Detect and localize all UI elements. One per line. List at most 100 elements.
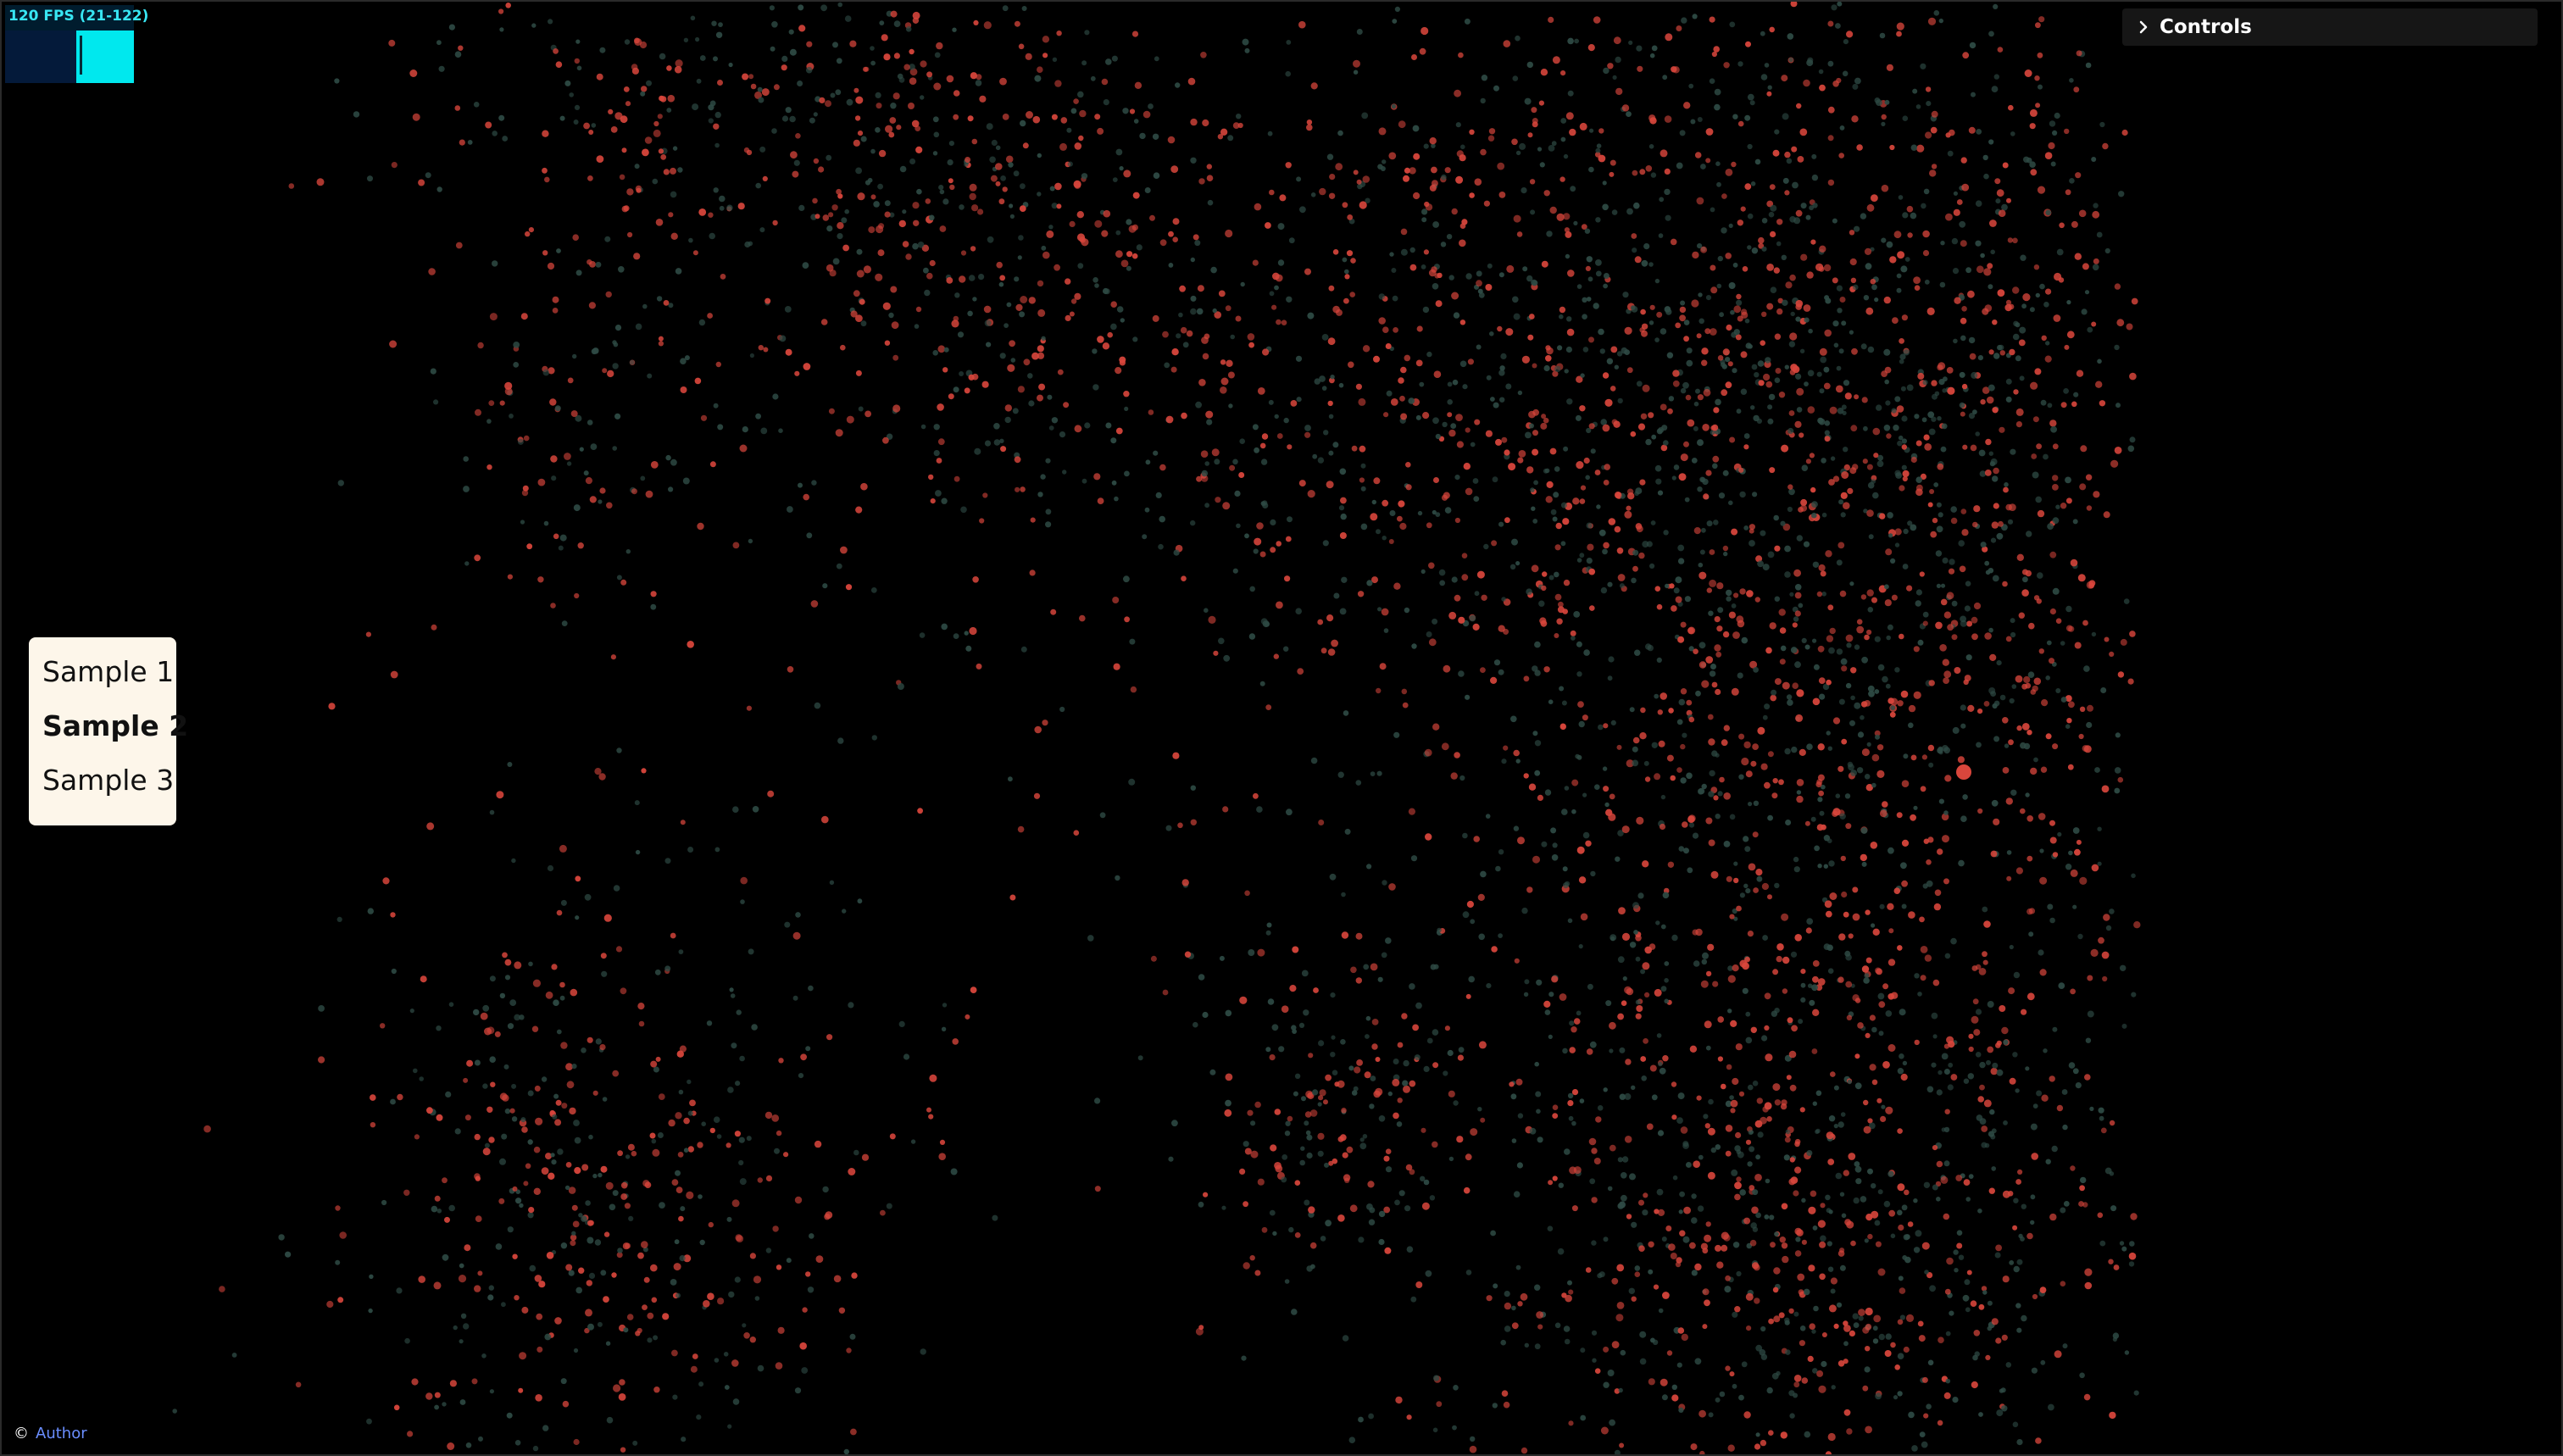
- particle: [908, 103, 915, 109]
- particle: [1704, 1123, 1711, 1129]
- particle: [905, 26, 912, 32]
- particle: [473, 1009, 480, 1016]
- particle: [754, 1296, 760, 1301]
- particle: [1794, 592, 1802, 599]
- particle: [1743, 836, 1749, 842]
- particle: [1725, 1125, 1733, 1132]
- particle: [1658, 233, 1664, 238]
- particle: [1426, 1037, 1433, 1044]
- particle: [1749, 1146, 1755, 1153]
- particle: [635, 323, 642, 331]
- particle: [2048, 142, 2055, 150]
- particle: [1932, 979, 1940, 986]
- particle: [1961, 529, 1969, 536]
- particle: [1776, 943, 1784, 951]
- particle: [1532, 448, 1539, 456]
- particle: [1021, 6, 1027, 11]
- particle: [1583, 457, 1590, 464]
- particle: [2058, 982, 2065, 989]
- particle: [1272, 1231, 1277, 1236]
- particle: [1858, 1315, 1864, 1321]
- particle: [688, 237, 693, 243]
- particle: [569, 92, 574, 97]
- particle: [1908, 722, 1914, 729]
- particle: [1242, 38, 1249, 46]
- author-link[interactable]: Author: [36, 1425, 87, 1442]
- particle: [1548, 575, 1554, 581]
- particle: [1554, 544, 1561, 551]
- particle-field[interactable]: [2, 2, 2563, 1456]
- particle: [920, 95, 925, 100]
- particle: [1054, 80, 1062, 87]
- particle: [1515, 561, 1521, 566]
- sample-item-2[interactable]: Sample 2: [42, 709, 188, 744]
- particle: [1739, 892, 1745, 898]
- particle: [1487, 135, 1495, 142]
- particle: [1845, 682, 1852, 689]
- particle: [389, 340, 398, 348]
- controls-toggle[interactable]: Controls: [2122, 8, 2538, 46]
- particle: [1655, 920, 1660, 925]
- sample-item-3[interactable]: Sample 3: [42, 763, 176, 798]
- particle: [1938, 798, 1944, 804]
- particle: [1239, 438, 1245, 444]
- particle: [1790, 364, 1799, 371]
- sample-item-1[interactable]: Sample 1: [42, 654, 176, 690]
- particle: [1486, 983, 1492, 989]
- particle: [1820, 570, 1826, 577]
- particle: [1066, 127, 1072, 133]
- particle: [1178, 312, 1183, 318]
- fps-stats-panel[interactable]: 120 FPS (21-122): [5, 5, 148, 83]
- particle: [1539, 617, 1547, 625]
- particle: [1769, 184, 1776, 191]
- particle: [559, 534, 567, 542]
- particle: [675, 1112, 682, 1120]
- particle: [1287, 444, 1293, 450]
- particle: [2070, 869, 2078, 877]
- particle: [699, 55, 706, 61]
- particle: [1657, 1209, 1665, 1216]
- particle: [1953, 338, 1958, 344]
- particle: [1560, 541, 1566, 547]
- particle: [570, 1240, 576, 1247]
- particle: [1767, 551, 1775, 559]
- particle: [1288, 1226, 1294, 1233]
- particle: [1786, 1075, 1792, 1081]
- particle: [670, 1279, 677, 1286]
- particle: [542, 250, 548, 256]
- particle: [2103, 511, 2110, 519]
- particle: [1687, 867, 1693, 874]
- particle: [968, 374, 975, 381]
- particle: [1901, 780, 1910, 787]
- particle: [1115, 230, 1121, 236]
- particle: [607, 370, 614, 378]
- particle: [1818, 1385, 1826, 1393]
- particle: [1654, 464, 1662, 472]
- particle: [1643, 760, 1649, 766]
- particle: [1643, 1192, 1648, 1198]
- particle: [1788, 341, 1796, 347]
- particle: [413, 1068, 418, 1074]
- particle: [1761, 311, 1767, 317]
- particle: [1856, 625, 1865, 634]
- particle: [878, 223, 885, 230]
- particle: [1124, 616, 1130, 623]
- canvas-stage[interactable]: 120 FPS (21-122) Controls Sample 1 Sampl…: [0, 0, 2563, 1456]
- particle: [1739, 491, 1746, 498]
- particle: [574, 1167, 581, 1175]
- particle: [1554, 593, 1562, 601]
- particle: [2039, 969, 2047, 976]
- particle: [1339, 1134, 1347, 1142]
- particle: [1812, 960, 1820, 967]
- particle: [1668, 708, 1674, 714]
- particle: [713, 403, 719, 408]
- particle: [1738, 467, 1744, 473]
- particle: [1879, 513, 1886, 520]
- particle: [1332, 1158, 1338, 1164]
- particle: [1832, 81, 1839, 87]
- particle: [1864, 774, 1871, 780]
- particle: [617, 1248, 623, 1253]
- particle: [1213, 650, 1219, 656]
- particle: [560, 899, 567, 906]
- particle: [1885, 1333, 1892, 1340]
